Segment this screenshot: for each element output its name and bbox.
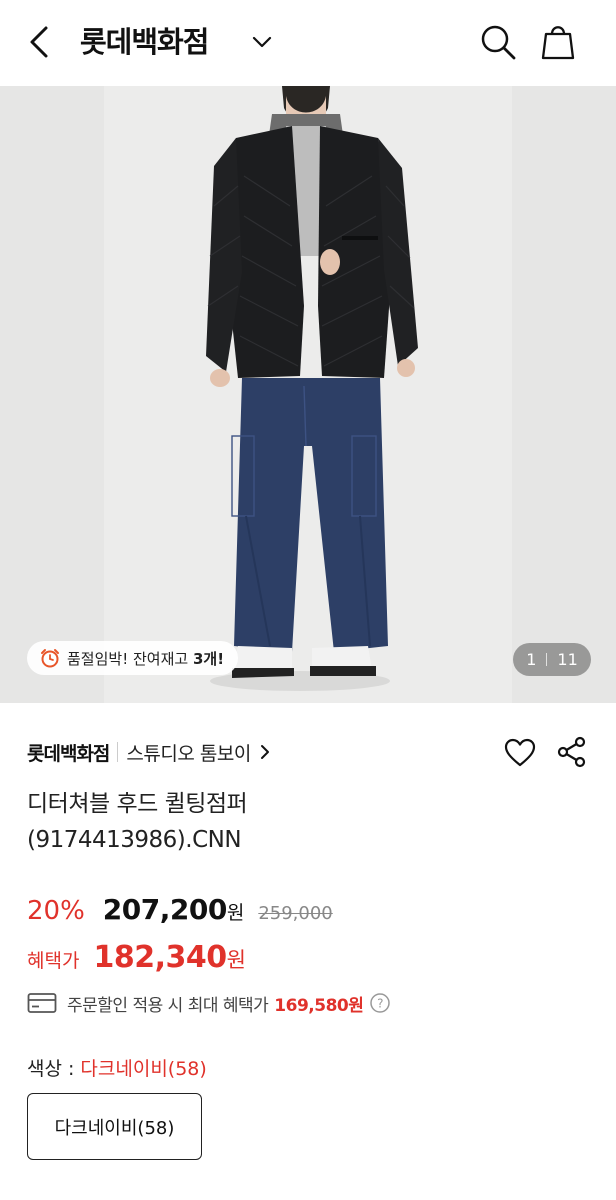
price-row: 20% 207,200 원 259,000 xyxy=(27,893,333,931)
total-pages: 11 xyxy=(557,650,578,669)
heart-icon[interactable] xyxy=(504,738,536,768)
gallery-page-indicator: 1 11 xyxy=(513,643,591,676)
color-label: 색상 : xyxy=(27,1057,75,1080)
brand-divider xyxy=(117,742,119,762)
max-benefit-price: 169,580원 xyxy=(274,995,364,1016)
help-icon[interactable]: ? xyxy=(369,992,391,1014)
top-header: 롯데백화점 xyxy=(0,0,616,86)
product-name-line2: (9174413986).CNN xyxy=(27,827,242,853)
sale-price: 207,200 xyxy=(102,893,228,926)
discount-rate: 20% xyxy=(27,896,85,926)
product-name: 디터쳐블 후드 퀼팅점퍼 (9174413986).CNN xyxy=(27,786,587,858)
max-benefit-text: 주문할인 적용 시 최대 혜택가 xyxy=(67,995,269,1016)
color-selection-label: 색상 : 다크네이비(58) xyxy=(27,1052,207,1082)
brand-name[interactable]: 롯데백화점 xyxy=(27,739,110,766)
page-separator xyxy=(546,653,548,666)
low-stock-badge: 품절임박! 잔여재고 3개! xyxy=(27,641,239,675)
low-stock-text: 품절임박! 잔여재고 xyxy=(67,649,193,668)
current-page: 1 xyxy=(526,650,537,669)
benefit-price-row: 혜택가 182,340 원 xyxy=(27,940,246,980)
color-option-button[interactable]: 다크네이비(58) xyxy=(27,1093,202,1160)
benefit-price-currency: 원 xyxy=(226,948,246,972)
product-photo xyxy=(104,86,512,703)
alarm-clock-icon xyxy=(41,649,59,668)
share-icon[interactable] xyxy=(556,736,588,768)
product-name-line1: 디터쳐블 후드 퀼팅점퍼 xyxy=(27,791,248,817)
benefit-label: 혜택가 xyxy=(27,950,80,972)
store-name[interactable]: 스튜디오 톰보이 xyxy=(126,739,251,766)
credit-card-icon xyxy=(27,993,57,1013)
svg-text:?: ? xyxy=(377,997,383,1011)
sale-price-currency: 원 xyxy=(226,902,245,924)
brand-breadcrumb[interactable]: 롯데백화점 스튜디오 톰보이 xyxy=(27,736,271,768)
page-title[interactable]: 롯데백화점 xyxy=(80,22,209,62)
low-stock-count: 3개! xyxy=(192,649,225,668)
color-value: 다크네이비(58) xyxy=(80,1057,207,1080)
chevron-right-icon[interactable] xyxy=(259,744,271,760)
shopping-bag-icon[interactable] xyxy=(538,20,578,62)
chevron-down-icon[interactable] xyxy=(250,32,274,52)
product-image-gallery[interactable]: 품절임박! 잔여재고 3개! 1 11 xyxy=(0,86,616,703)
benefit-price: 182,340 xyxy=(93,940,227,975)
back-icon[interactable] xyxy=(22,22,58,62)
max-benefit-row: 주문할인 적용 시 최대 혜택가 169,580원 ? xyxy=(27,988,391,1018)
search-icon[interactable] xyxy=(478,22,518,62)
original-price: 259,000 xyxy=(258,903,333,924)
